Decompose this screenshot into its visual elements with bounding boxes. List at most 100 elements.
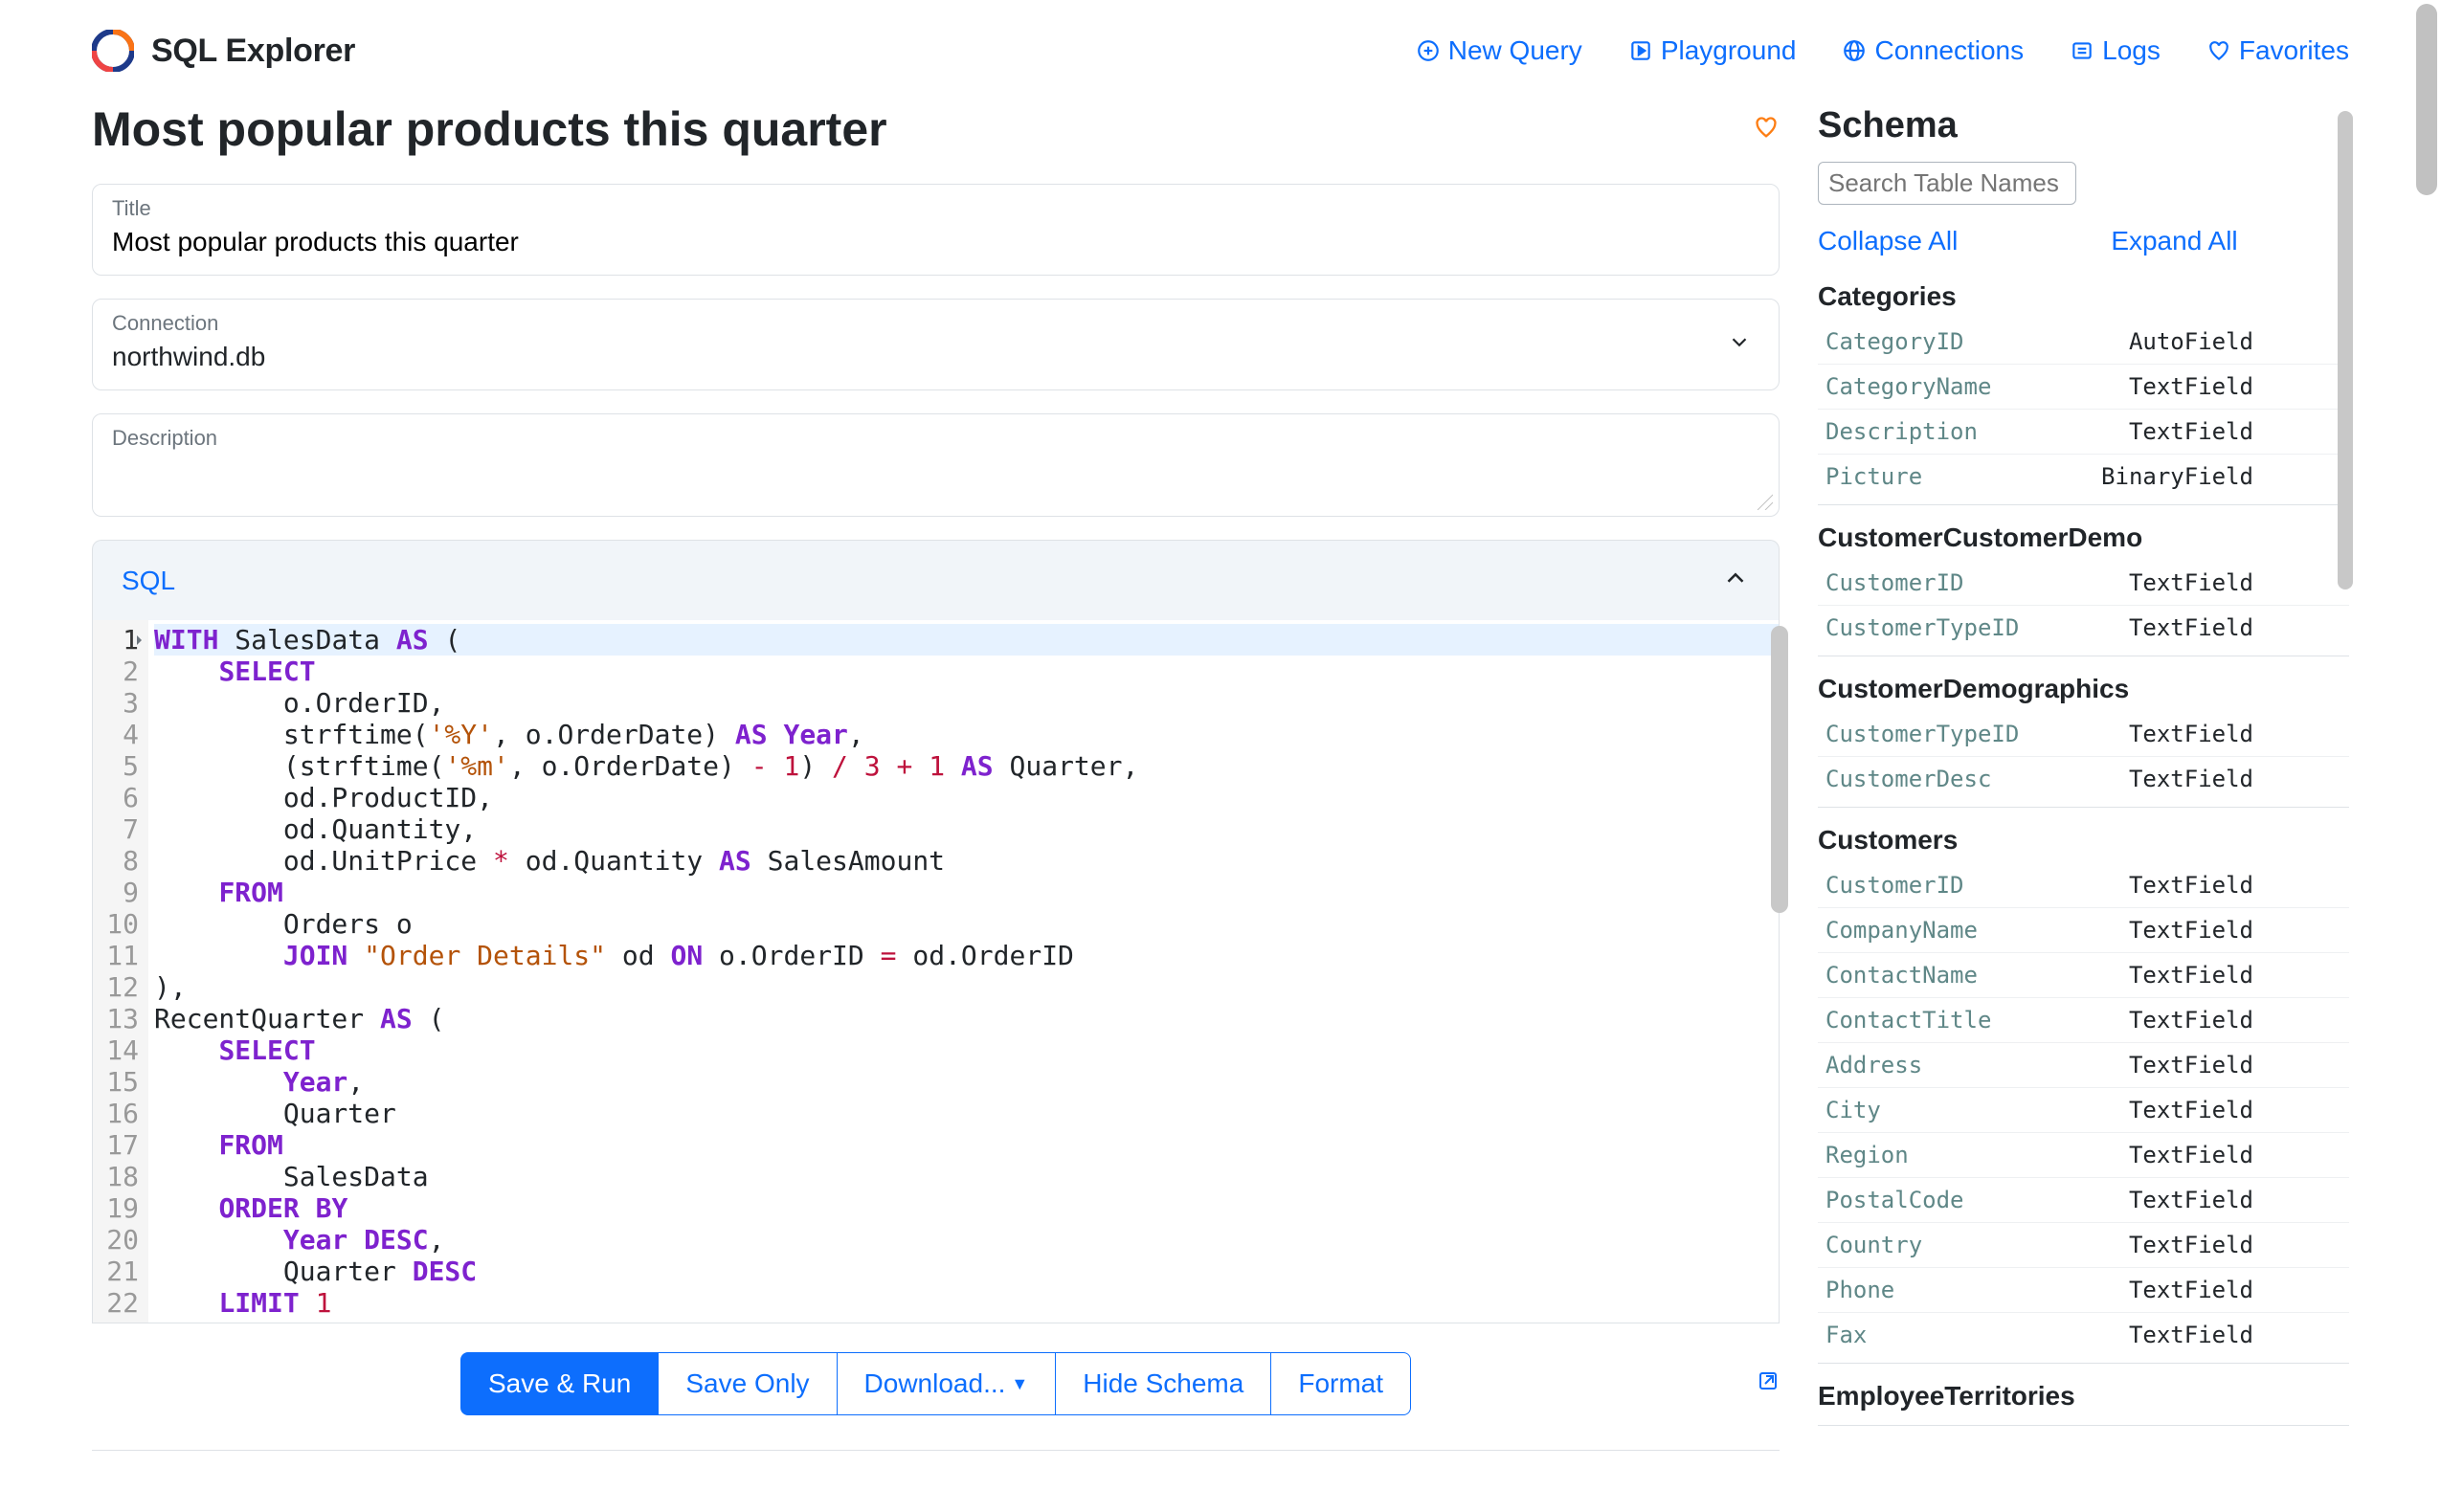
schema-column-type: TextField: [2129, 418, 2253, 445]
description-field[interactable]: Description: [92, 413, 1780, 517]
schema-column-type: TextField: [2129, 872, 2253, 899]
save-only-button[interactable]: Save Only: [659, 1352, 837, 1415]
schema-table-name[interactable]: Categories: [1818, 281, 2349, 312]
description-label: Description: [112, 426, 1759, 451]
schema-search-input[interactable]: [1818, 162, 2076, 205]
collapse-all-link[interactable]: Collapse All: [1818, 226, 1958, 256]
nav-connections[interactable]: Connections: [1842, 35, 2024, 66]
schema-column-name: CustomerTypeID: [1825, 614, 2019, 641]
schema-column-type: TextField: [2129, 1097, 2253, 1123]
divider: [92, 1450, 1780, 1451]
title-input[interactable]: [112, 227, 1759, 257]
page-scrollbar-thumb[interactable]: [2416, 4, 2437, 195]
brand: SQL Explorer: [92, 30, 355, 72]
schema-table-name[interactable]: CustomerDemographics: [1818, 674, 2349, 704]
download-button[interactable]: Download...▼: [838, 1352, 1057, 1415]
chevron-down-icon: [1727, 330, 1752, 360]
connection-field[interactable]: Connection northwind.db: [92, 299, 1780, 390]
download-label: Download...: [864, 1368, 1006, 1399]
nav-logs-label: Logs: [2102, 35, 2161, 66]
hide-schema-label: Hide Schema: [1083, 1368, 1243, 1399]
format-button[interactable]: Format: [1271, 1352, 1411, 1415]
page-title: Most popular products this quarter: [92, 101, 887, 157]
schema-column-row[interactable]: Fax TextField: [1818, 1313, 2349, 1357]
schema-column-row[interactable]: RegionTextField: [1818, 1133, 2349, 1178]
schema-column-name: Fax: [1825, 1322, 1867, 1348]
schema-column-name: ContactTitle: [1825, 1007, 1991, 1034]
schema-column-type: TextField: [2129, 1007, 2253, 1034]
schema-column-name: CategoryID: [1825, 328, 1964, 355]
schema-column-row[interactable]: CategoryName TextField: [1818, 365, 2349, 410]
schema-panel: Schema Collapse All Expand All Categorie…: [1818, 101, 2349, 1451]
schema-column-row[interactable]: ContactTitle TextField: [1818, 998, 2349, 1043]
save-run-label: Save & Run: [488, 1368, 631, 1399]
fullscreen-button[interactable]: [1757, 1369, 1780, 1397]
title-field[interactable]: Title: [92, 184, 1780, 276]
schema-table-name[interactable]: CustomerCustomerDemo: [1818, 523, 2349, 553]
schema-column-row[interactable]: AddressTextField: [1818, 1043, 2349, 1088]
schema-column-name: PostalCode: [1825, 1187, 1964, 1213]
schema-column-type: TextField: [2129, 1322, 2253, 1348]
chevron-up-icon: [1721, 564, 1750, 597]
editor-scrollbar-thumb[interactable]: [1771, 626, 1788, 913]
schema-column-type: TextField: [2129, 917, 2253, 944]
save-run-button[interactable]: Save & Run: [460, 1352, 659, 1415]
schema-column-name: CompanyName: [1825, 917, 1978, 944]
nav-links: New Query Playground Connections Logs Fa…: [1416, 35, 2349, 66]
sql-editor[interactable]: 12345678910111213141516171819202122 WITH…: [92, 620, 1780, 1323]
expand-all-link[interactable]: Expand All: [2111, 226, 2237, 256]
sql-section-label: SQL: [122, 566, 175, 596]
schema-column-row[interactable]: CustomerID TextField: [1818, 561, 2349, 606]
schema-scrollbar-thumb[interactable]: [2338, 111, 2353, 589]
schema-column-row[interactable]: CustomerID TextField: [1818, 863, 2349, 908]
schema-column-row[interactable]: PostalCodeTextField: [1818, 1178, 2349, 1223]
resize-handle-icon[interactable]: [1754, 491, 1773, 510]
schema-column-row[interactable]: Description TextField: [1818, 410, 2349, 455]
brand-title: SQL Explorer: [151, 33, 355, 70]
nav-favorites-label: Favorites: [2239, 35, 2349, 66]
nav-playground[interactable]: Playground: [1628, 35, 1797, 66]
nav-connections-label: Connections: [1874, 35, 2024, 66]
schema-column-row[interactable]: Picture BinaryField: [1818, 455, 2349, 499]
schema-column-row[interactable]: CountryTextField: [1818, 1223, 2349, 1268]
schema-column-row[interactable]: PhoneTextField: [1818, 1268, 2349, 1313]
save-only-label: Save Only: [685, 1368, 809, 1399]
schema-column-type: TextField: [2129, 1142, 2253, 1168]
schema-column-row[interactable]: CustomerTypeIDTextField: [1818, 606, 2349, 650]
hide-schema-button[interactable]: Hide Schema: [1056, 1352, 1271, 1415]
schema-table-name[interactable]: EmployeeTerritories: [1818, 1381, 2349, 1412]
schema-column-type: TextField: [2129, 569, 2253, 596]
schema-title: Schema: [1818, 105, 2349, 146]
schema-column-row[interactable]: ContactNameTextField: [1818, 953, 2349, 998]
schema-column-name: CategoryName: [1825, 373, 1991, 400]
schema-column-name: CustomerTypeID: [1825, 721, 2019, 747]
schema-column-name: CustomerDesc: [1825, 766, 1991, 792]
schema-column-row[interactable]: CustomerTypeID TextField: [1818, 712, 2349, 757]
schema-column-row[interactable]: City TextField: [1818, 1088, 2349, 1133]
schema-table-name[interactable]: Customers: [1818, 825, 2349, 856]
favorite-toggle[interactable]: [1753, 114, 1780, 145]
schema-column-type: TextField: [2129, 721, 2253, 747]
schema-column-name: City: [1825, 1097, 1881, 1123]
schema-table: Customers CustomerID TextField CompanyName T…: [1818, 825, 2349, 1364]
schema-column-type: TextField: [2129, 373, 2253, 400]
schema-column-row[interactable]: CustomerDescTextField: [1818, 757, 2349, 801]
schema-column-name: CustomerID: [1825, 872, 1964, 899]
brand-logo-icon: [92, 30, 134, 72]
schema-column-type: BinaryField: [2101, 463, 2253, 490]
action-buttons: Save & Run Save Only Download...▼ Hide S…: [460, 1352, 1411, 1415]
schema-column-name: Description: [1825, 418, 1978, 445]
nav-new-query[interactable]: New Query: [1416, 35, 1582, 66]
page-scrollbar[interactable]: [2412, 0, 2441, 1512]
title-label: Title: [112, 196, 1759, 221]
nav-favorites[interactable]: Favorites: [2206, 35, 2349, 66]
sql-section-header[interactable]: SQL: [92, 540, 1780, 620]
nav-logs[interactable]: Logs: [2070, 35, 2161, 66]
schema-table: CustomerDemographics CustomerTypeID TextFi…: [1818, 674, 2349, 808]
schema-column-name: Country: [1825, 1232, 1922, 1258]
editor-code[interactable]: WITH SalesData AS ( SELECT o.OrderID, st…: [148, 620, 1779, 1323]
schema-column-name: Picture: [1825, 463, 1922, 490]
schema-column-row[interactable]: CompanyName TextField: [1818, 908, 2349, 953]
schema-column-row[interactable]: CategoryIDAutoField: [1818, 320, 2349, 365]
schema-column-name: CustomerID: [1825, 569, 1964, 596]
